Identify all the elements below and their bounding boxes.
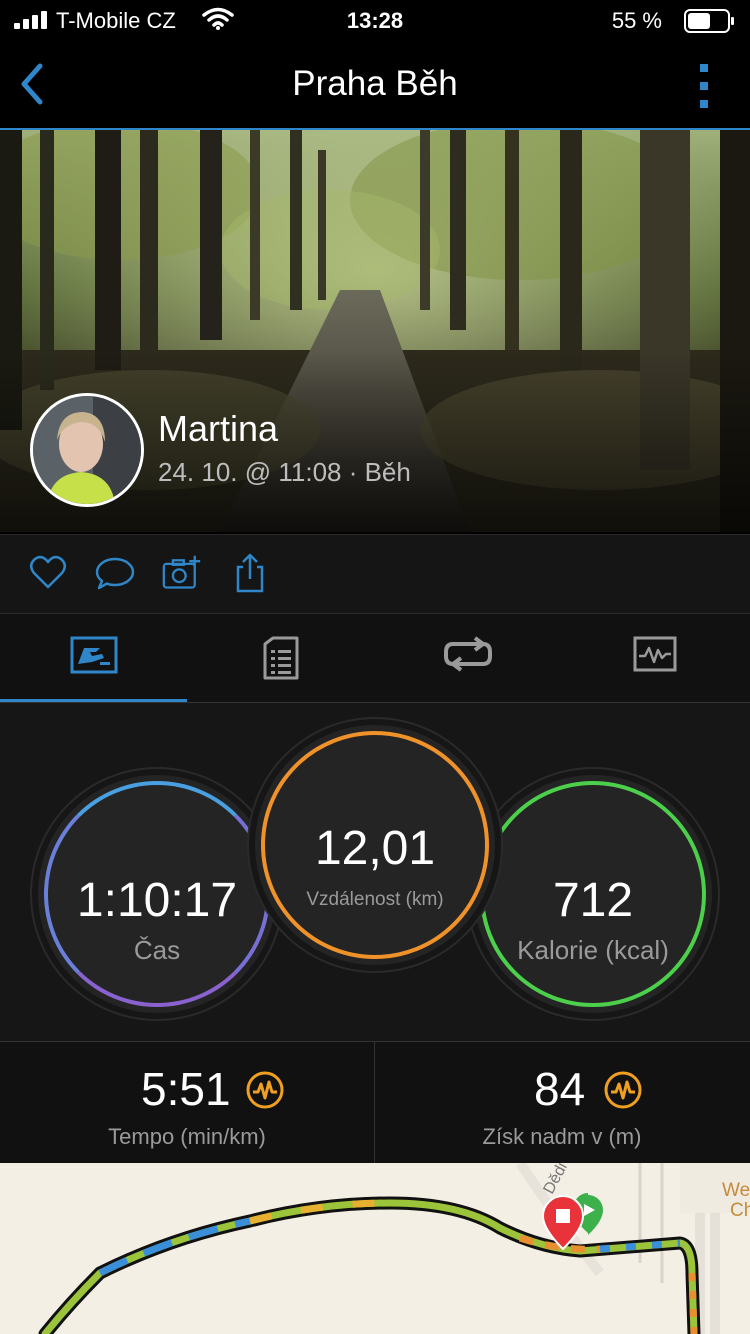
distance-label: Vzdálenost (km) [306,889,444,910]
comment-icon[interactable] [95,553,135,593]
calories-value: 712 [552,874,634,927]
tab-details[interactable] [187,614,374,702]
tab-laps[interactable] [374,614,561,702]
time-label: Čas [133,935,181,965]
elevation-metric[interactable]: 84 Získ nadm v (m) [375,1042,749,1163]
activity-date-type: 24. 10. @ 11:08 · Běh [158,457,411,487]
status-bar: T-Mobile CZ 13:28 55 % [0,0,750,44]
details-icon [263,636,298,680]
nav-bar: Praha Běh [0,44,750,130]
summary-stats: 1:10:17 Čas 712 Kalorie (kcal) 12,01 Vzd… [0,703,750,1041]
page-title: Praha Běh [292,64,458,103]
overview-icon [70,636,117,674]
elevation-chart-icon[interactable] [603,1070,643,1110]
battery-percent: 55 % [611,8,662,33]
more-options-button[interactable] [694,62,714,110]
like-icon[interactable] [28,553,68,593]
calories-stat: 712 Kalorie (kcal) [474,775,712,1013]
pace-metric[interactable]: 5:51 Tempo (min/km) [0,1042,374,1163]
elevation-label: Získ nadm v (m) [482,1124,642,1149]
activity-cover-photo: Martina 24. 10. @ 11:08 · Běh [0,130,750,532]
route-map[interactable]: Dědi We Ch [0,1163,750,1334]
share-icon[interactable] [230,553,270,593]
laps-icon [443,636,492,672]
elevation-value: 84 [534,1063,586,1115]
avatar[interactable] [30,393,144,507]
tab-charts[interactable] [561,614,748,702]
secondary-metrics: 5:51 Tempo (min/km) 84 Získ nadm v (m) [0,1041,750,1164]
time-stat: 1:10:17 Čas [38,775,276,1013]
action-bar [0,534,750,614]
pace-label: Tempo (min/km) [108,1124,266,1149]
battery-icon [684,9,734,33]
user-name[interactable]: Martina [158,408,278,450]
place-label-2: Ch [730,1200,750,1221]
time-value: 1:10:17 [76,874,238,927]
charts-icon [633,636,676,672]
distance-value: 12,01 [314,822,436,875]
calories-label: Kalorie (kcal) [517,935,669,965]
place-label-1: We [722,1180,750,1201]
pace-chart-icon[interactable] [245,1070,285,1110]
tab-overview[interactable] [0,614,187,702]
distance-stat: 12,01 Vzdálenost (km) [255,725,495,965]
add-photo-icon[interactable] [162,553,202,593]
profile-photo [33,396,141,504]
route-map-canvas: Dědi We Ch [0,1163,750,1334]
pace-value: 5:51 [141,1063,231,1115]
activity-tabs [0,614,750,702]
